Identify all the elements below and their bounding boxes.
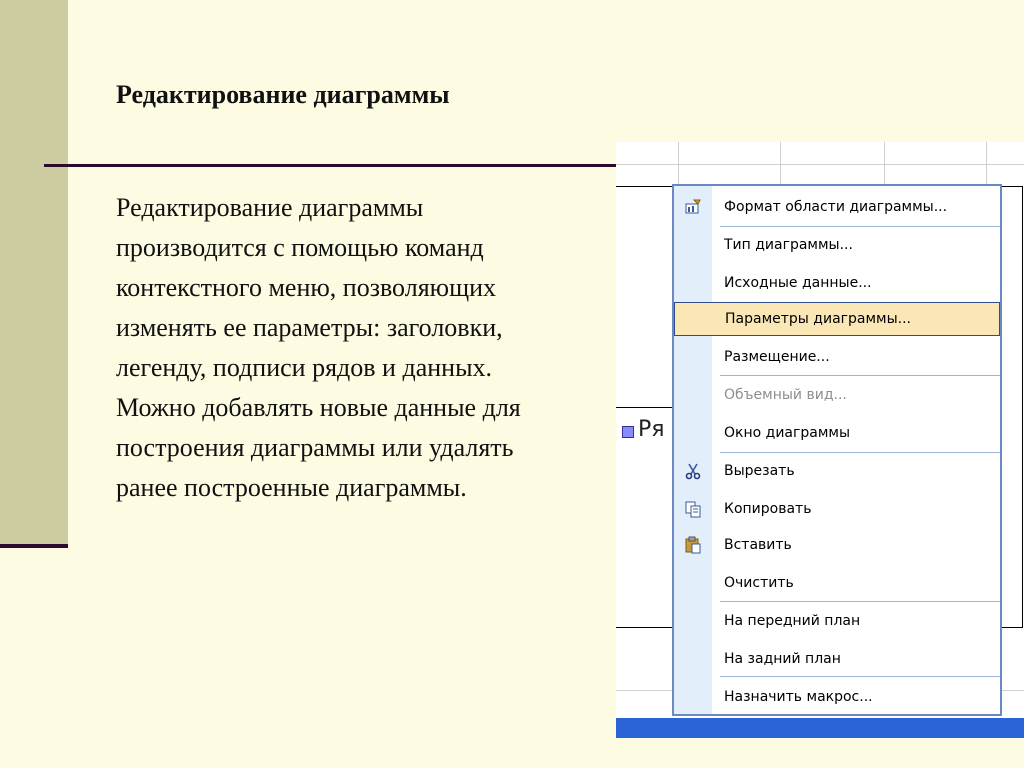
menu-separator [720,375,1000,376]
menu-item-label: Очистить [724,575,794,591]
slide-body-text: Редактирование диаграммы производится с … [116,188,616,518]
menu-item-label: Объемный вид... [724,387,847,403]
menu-item-chart-options[interactable]: Параметры диаграммы... [674,302,1000,336]
body-line: контекстного меню, позволяющих [116,273,497,302]
body-line: построения диаграммы или удалять [116,433,514,462]
menu-item-label: На задний план [724,651,841,667]
body-line: ранее построенные диаграммы. [116,473,467,502]
menu-item-format-chart-area[interactable]: Формат области диаграммы... [674,190,1000,224]
menu-separator [720,452,1000,453]
sidebar-accent-rule [0,544,68,548]
copy-icon [684,500,702,518]
legend-label: Ря [638,417,665,442]
menu-item-cut[interactable]: Вырезать [674,454,1000,488]
slide-title: Редактирование диаграммы [116,80,450,109]
menu-item-label: Вырезать [724,463,795,479]
body-line: легенду, подписи рядов и данных. [116,353,493,382]
menu-item-source-data[interactable]: Исходные данные... [674,266,1000,300]
title-divider [44,164,624,167]
menu-item-label: Исходные данные... [724,275,872,291]
menu-item-label: На передний план [724,613,861,629]
scissors-icon [684,462,702,480]
menu-item-assign-macro[interactable]: Назначить макрос... [674,680,1000,714]
grid-line [780,142,781,188]
format-area-icon [684,198,702,216]
legend-swatch [622,426,634,438]
body-line: производится с помощью команд [116,233,484,262]
paste-icon [684,536,702,554]
menu-item-chart-window[interactable]: Окно диаграммы [674,416,1000,450]
menu-item-send-to-back[interactable]: На задний план [674,642,1000,676]
body-line: изменять ее параметры: заголовки, [116,313,503,342]
menu-separator [720,601,1000,602]
menu-item-label: Копировать [724,501,812,517]
menu-item-copy[interactable]: Копировать [674,492,1000,526]
menu-item-placement[interactable]: Размещение... [674,340,1000,374]
menu-item-label: Размещение... [724,349,830,365]
body-line: Редактирование диаграммы [116,193,424,222]
menu-item-label: Вставить [724,537,792,553]
menu-separator [720,676,1000,677]
grid-line [678,142,679,188]
taskbar-strip [616,718,1024,738]
chart-plot-edge [616,407,676,408]
menu-item-clear[interactable]: Очистить [674,566,1000,600]
context-menu: Формат области диаграммы... Тип диаграмм… [672,184,1002,716]
menu-item-3d-view[interactable]: Объемный вид... [674,378,1000,412]
menu-item-label: Параметры диаграммы... [725,311,911,327]
menu-item-label: Назначить макрос... [724,689,873,705]
grid-line [986,142,987,188]
menu-item-label: Окно диаграммы [724,425,850,441]
menu-item-label: Тип диаграммы... [724,237,853,253]
menu-separator [720,226,1000,227]
menu-item-bring-to-front[interactable]: На передний план [674,604,1000,638]
sidebar-accent-bar [0,0,68,544]
menu-item-label: Формат области диаграммы... [724,199,948,215]
grid-line [884,142,885,188]
body-line: Можно добавлять новые данные для [116,393,521,422]
menu-item-paste[interactable]: Вставить [674,528,1000,562]
menu-item-chart-type[interactable]: Тип диаграммы... [674,228,1000,262]
